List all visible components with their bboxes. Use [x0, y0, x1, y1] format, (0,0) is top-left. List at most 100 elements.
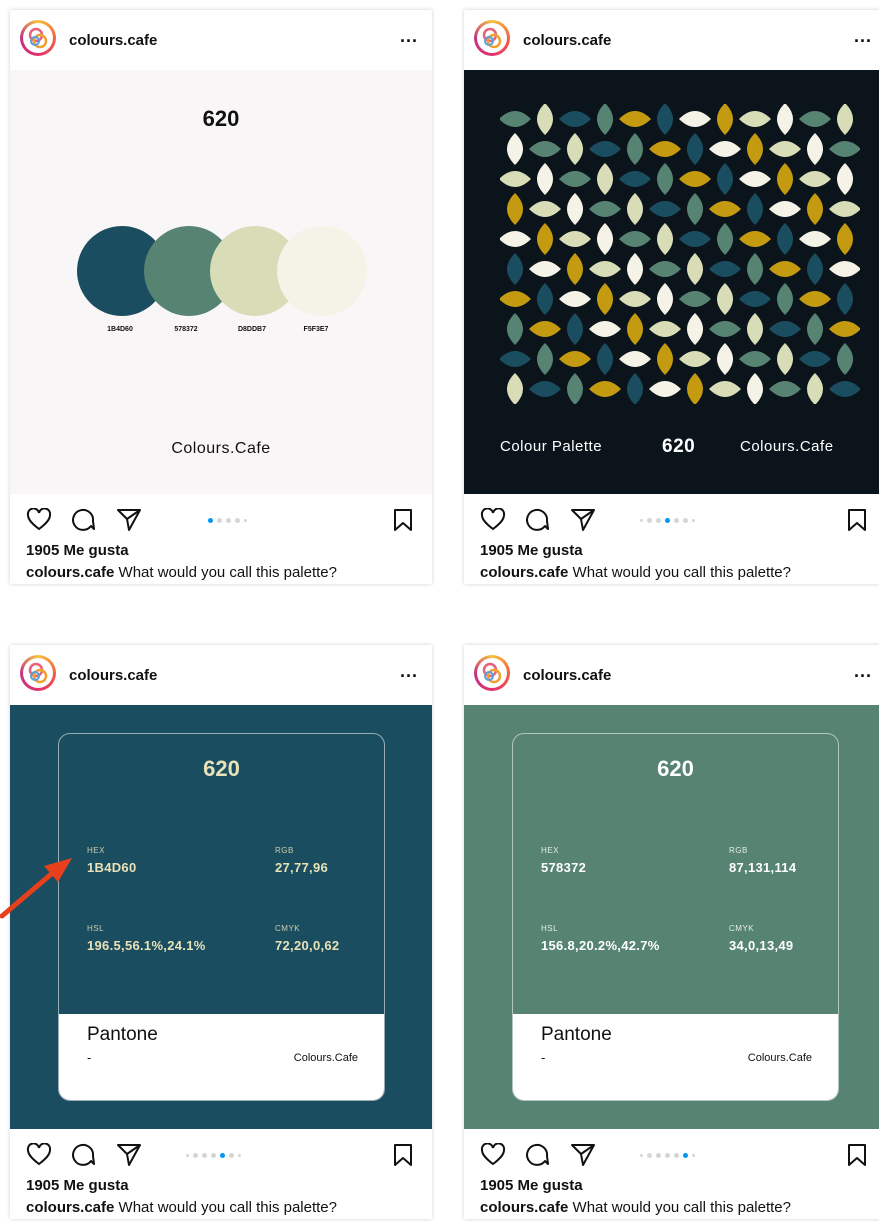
likes-count[interactable]: 1905 Me gusta [464, 540, 879, 562]
avatar[interactable] [474, 20, 510, 56]
pattern-petal [559, 111, 591, 127]
username[interactable]: colours.cafe [523, 667, 611, 684]
pattern-petal [687, 313, 703, 345]
more-options-button[interactable]: ... [400, 661, 418, 682]
pattern-petal [769, 261, 801, 277]
hsl-value: 156.8,20.2%,42.7% [541, 938, 660, 953]
more-options-button[interactable]: ... [854, 661, 872, 682]
cmyk-value: 72,20,0,62 [275, 938, 340, 953]
caption-text: What would you call this palette? [568, 564, 791, 581]
comment-icon[interactable] [70, 1143, 96, 1167]
rgb-value: 87,131,114 [729, 860, 797, 875]
brand-label: Colours.Cafe [740, 438, 834, 455]
bookmark-icon[interactable] [392, 1143, 414, 1167]
username[interactable]: colours.cafe [69, 32, 157, 49]
pattern-petal [589, 381, 621, 397]
share-icon[interactable] [116, 1143, 142, 1167]
pattern-petal [829, 141, 860, 157]
color-card: 620 HEX 578372 RGB 87,131,114 HSL 156.8,… [512, 733, 839, 1101]
bookmark-icon[interactable] [846, 508, 868, 532]
heart-icon[interactable] [26, 508, 52, 532]
pattern-petal [739, 231, 771, 247]
logo-icon [482, 662, 502, 684]
likes-count[interactable]: 1905 Me gusta [10, 540, 432, 562]
pattern-petal [747, 133, 763, 165]
bookmark-icon[interactable] [846, 1143, 868, 1167]
pattern-petal [679, 351, 711, 367]
pattern-petal [747, 313, 763, 345]
pattern-petal [717, 343, 733, 375]
pattern-petal [837, 343, 853, 375]
pattern-petal [507, 133, 523, 165]
caption-username[interactable]: colours.cafe [480, 1199, 568, 1216]
heart-icon[interactable] [480, 1143, 506, 1167]
share-icon[interactable] [116, 508, 142, 532]
pattern-petal [807, 373, 823, 404]
avatar[interactable] [474, 655, 510, 691]
more-options-button[interactable]: ... [400, 26, 418, 47]
logo-icon [28, 27, 48, 49]
carousel-dots [640, 1153, 695, 1158]
avatar[interactable] [20, 20, 56, 56]
heart-icon[interactable] [26, 1143, 52, 1167]
pattern-petal [627, 373, 643, 404]
comment-icon[interactable] [524, 508, 550, 532]
share-icon[interactable] [570, 508, 596, 532]
carousel-dots [640, 518, 695, 523]
pattern-petal [500, 171, 531, 187]
comment-icon[interactable] [524, 1143, 550, 1167]
heart-icon[interactable] [480, 508, 506, 532]
caption-username[interactable]: colours.cafe [480, 564, 568, 581]
pattern-petal [777, 223, 793, 255]
post-image: Colour Palette 620 Colours.Cafe [464, 70, 879, 494]
pattern-petal [799, 231, 831, 247]
share-icon[interactable] [570, 1143, 596, 1167]
palette-number: 620 [203, 756, 240, 781]
bookmark-icon[interactable] [392, 508, 414, 532]
caption: colours.cafe What would you call this pa… [464, 1197, 879, 1219]
pattern-petal [559, 171, 591, 187]
pattern-petal [597, 223, 613, 255]
comment-icon[interactable] [70, 508, 96, 532]
pattern-petal [619, 351, 651, 367]
caption: colours.cafe What would you call this pa… [10, 562, 432, 584]
pattern-petal [649, 321, 681, 337]
pattern-petal [837, 163, 853, 195]
pattern-petal [559, 291, 591, 307]
pattern-petal [829, 201, 860, 217]
swatch-label: F5F3E7 [303, 326, 329, 333]
caption-text: What would you call this palette? [114, 564, 337, 581]
username[interactable]: colours.cafe [69, 667, 157, 684]
pattern-petal [529, 261, 561, 277]
pattern-petal [500, 111, 531, 127]
pattern-petal [769, 201, 801, 217]
pattern-petal [837, 283, 853, 315]
palette-number: 620 [662, 436, 696, 457]
post-image: 620 1B4D60 578372 D8DDB7 F5F3E7 Colours.… [10, 70, 432, 494]
avatar[interactable] [20, 655, 56, 691]
post-pattern: colours.cafe ... Colour Palette 620 Colo… [464, 10, 879, 584]
more-options-button[interactable]: ... [854, 26, 872, 47]
likes-count[interactable]: 1905 Me gusta [464, 1175, 879, 1197]
pattern-petal [709, 201, 741, 217]
hsl-label: HSL [87, 924, 105, 933]
rgb-value: 27,77,96 [275, 860, 329, 875]
caption-username[interactable]: colours.cafe [26, 1199, 114, 1216]
post-header: colours.cafe ... [464, 10, 879, 70]
pattern-petal [627, 253, 643, 285]
pattern-petal [777, 343, 793, 375]
pattern-petal [507, 193, 523, 225]
pattern-petal [717, 104, 733, 135]
username[interactable]: colours.cafe [523, 32, 611, 49]
pattern-petal [537, 283, 553, 315]
caption-username[interactable]: colours.cafe [26, 564, 114, 581]
post-color-detail-1: colours.cafe ... 620 HEX 1B4D60 RGB 27,7… [10, 645, 432, 1219]
hex-label: HEX [87, 846, 105, 855]
pattern-petal [500, 231, 531, 247]
likes-count[interactable]: 1905 Me gusta [10, 1175, 432, 1197]
post-header: colours.cafe ... [10, 10, 432, 70]
pattern-petal [589, 321, 621, 337]
caption-text: What would you call this palette? [114, 1199, 337, 1216]
pantone-value: - [541, 1050, 546, 1065]
pattern-caption: Colour Palette [500, 438, 603, 455]
